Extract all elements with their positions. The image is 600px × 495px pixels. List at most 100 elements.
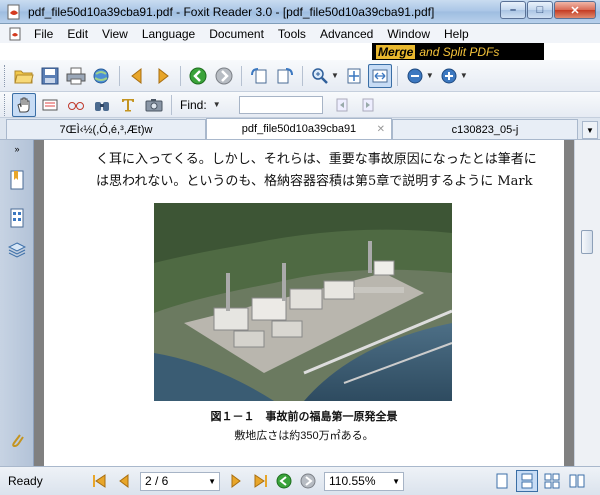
page-number-field[interactable]: 2 / 6 ▼ — [140, 471, 220, 491]
close-tab-icon[interactable]: ✕ — [377, 124, 385, 135]
open-button[interactable] — [12, 64, 36, 88]
vertical-scrollbar[interactable] — [574, 140, 600, 466]
find-next-icon — [362, 98, 374, 111]
menu-tools[interactable]: Tools — [271, 27, 313, 41]
toolbar-grip[interactable] — [4, 64, 7, 87]
menu-help[interactable]: Help — [437, 27, 476, 41]
menu-edit[interactable]: Edit — [60, 27, 95, 41]
snapshot-button[interactable] — [142, 93, 166, 117]
menu-window[interactable]: Window — [380, 27, 437, 41]
globe-mail-icon — [93, 68, 109, 83]
fit-page-button[interactable] — [342, 64, 366, 88]
attachments-button[interactable] — [7, 430, 27, 450]
toolbar-separator — [119, 65, 120, 86]
hand-tool-button[interactable] — [12, 92, 36, 117]
zoom-out-button[interactable] — [403, 64, 427, 88]
pages-button[interactable] — [7, 208, 27, 228]
expand-panel-icon[interactable]: » — [7, 142, 27, 156]
layers-button[interactable] — [7, 240, 27, 260]
select-text-button[interactable] — [38, 93, 62, 117]
tab-document-2[interactable]: pdf_file50d10a39cba91 ✕ — [206, 118, 392, 139]
menu-view[interactable]: View — [95, 27, 135, 41]
tab-document-3[interactable]: c130823_05-j — [392, 119, 578, 139]
binoculars-icon — [95, 101, 109, 111]
next-view-button[interactable] — [151, 64, 175, 88]
menu-document[interactable]: Document — [202, 27, 271, 41]
previous-page-button[interactable] — [114, 471, 134, 491]
single-page-view-button[interactable] — [491, 470, 513, 492]
toolbar-separator — [302, 65, 303, 86]
zoom-in-tool-button[interactable] — [308, 64, 332, 88]
email-button[interactable] — [90, 64, 114, 88]
minus-circle-icon — [407, 68, 423, 83]
continuous-view-button[interactable] — [516, 470, 538, 492]
close-button[interactable]: ✕ — [554, 1, 596, 19]
figure-caption: 敷地広さは約350万㎡ある。 — [234, 430, 374, 442]
rotate-page-right-icon — [277, 67, 293, 83]
bookmarks-button[interactable] — [7, 170, 27, 190]
facing-view-button[interactable] — [541, 470, 563, 492]
ad-highlight: Merge — [376, 44, 416, 59]
tab-list-dropdown[interactable]: ▼ — [582, 121, 598, 139]
menu-language[interactable]: Language — [135, 27, 202, 41]
print-button[interactable] — [64, 64, 88, 88]
document-icon[interactable] — [8, 27, 22, 41]
power-plant-aerial-photo — [154, 203, 452, 401]
find-input[interactable] — [238, 95, 323, 114]
ad-text: and Split PDFs — [419, 44, 500, 59]
maximize-button[interactable]: □ — [527, 1, 553, 19]
chevron-down-icon[interactable]: ▼ — [426, 71, 434, 80]
find-binoculars-button[interactable] — [90, 93, 114, 117]
toolbar-separator — [180, 65, 181, 86]
previous-view-button[interactable] — [125, 64, 149, 88]
toolbar-separator — [171, 94, 172, 115]
minimize-button[interactable]: – — [500, 1, 526, 19]
paperclip-icon — [12, 434, 24, 448]
find-previous-button[interactable] — [330, 93, 354, 117]
scrollbar-thumb[interactable] — [581, 230, 593, 254]
typewriter-button[interactable] — [116, 93, 140, 117]
printer-icon — [66, 67, 86, 84]
page-layout-buttons — [488, 470, 588, 492]
continuous-facing-view-button[interactable] — [566, 470, 588, 492]
toolbar-separator — [396, 65, 398, 86]
go-forward-button[interactable] — [212, 64, 236, 88]
back-circle-icon — [276, 473, 292, 489]
toolbar-grip[interactable] — [4, 93, 7, 116]
chevron-down-icon[interactable]: ▼ — [213, 100, 221, 109]
rotate-left-button[interactable] — [247, 64, 271, 88]
glasses-icon — [68, 101, 84, 110]
snapshot-loupe-button[interactable] — [64, 93, 88, 117]
rotate-right-button[interactable] — [273, 64, 297, 88]
save-button[interactable] — [38, 64, 62, 88]
chevron-down-icon[interactable]: ▼ — [208, 473, 216, 490]
chevron-down-icon[interactable]: ▼ — [331, 71, 339, 80]
menu-bar: File Edit View Language Document Tools A… — [0, 24, 600, 43]
zoom-in-button[interactable] — [437, 64, 461, 88]
forward-circle-icon — [215, 67, 233, 84]
select-text-icon — [42, 99, 58, 110]
menu-advanced[interactable]: Advanced — [313, 27, 380, 41]
status-text: Ready — [8, 474, 43, 488]
facing-pages-icon — [544, 473, 560, 489]
menu-file[interactable]: File — [27, 27, 60, 41]
first-page-button[interactable] — [90, 471, 110, 491]
next-page-button[interactable] — [226, 471, 246, 491]
text-tool-icon — [122, 98, 134, 111]
window-title: pdf_file50d10a39cba91.pdf - Foxit Reader… — [28, 4, 435, 19]
chevron-down-icon[interactable]: ▼ — [460, 71, 468, 80]
chevron-down-icon[interactable]: ▼ — [392, 473, 400, 490]
merge-split-ad-banner[interactable]: Merge and Split PDFs — [372, 43, 544, 60]
document-view[interactable]: く耳に入ってくる。しかし、それらは、重要な事故原因になったとは筆者に は思われな… — [34, 140, 574, 466]
foxit-app-icon[interactable] — [6, 4, 22, 20]
status-go-back-button[interactable] — [274, 471, 294, 491]
find-previous-icon — [336, 98, 348, 111]
status-go-forward-button[interactable] — [298, 471, 318, 491]
go-back-button[interactable] — [186, 64, 210, 88]
tab-document-1[interactable]: 7ŒÌ‹½(,Ó,é,³,Æt)w — [6, 119, 206, 139]
fit-width-button[interactable] — [367, 63, 392, 88]
tab-label: c130823_05-j — [451, 123, 519, 136]
find-next-button[interactable] — [356, 93, 380, 117]
last-page-button[interactable] — [250, 471, 270, 491]
zoom-level-field[interactable]: 110.55% ▼ — [324, 471, 404, 491]
